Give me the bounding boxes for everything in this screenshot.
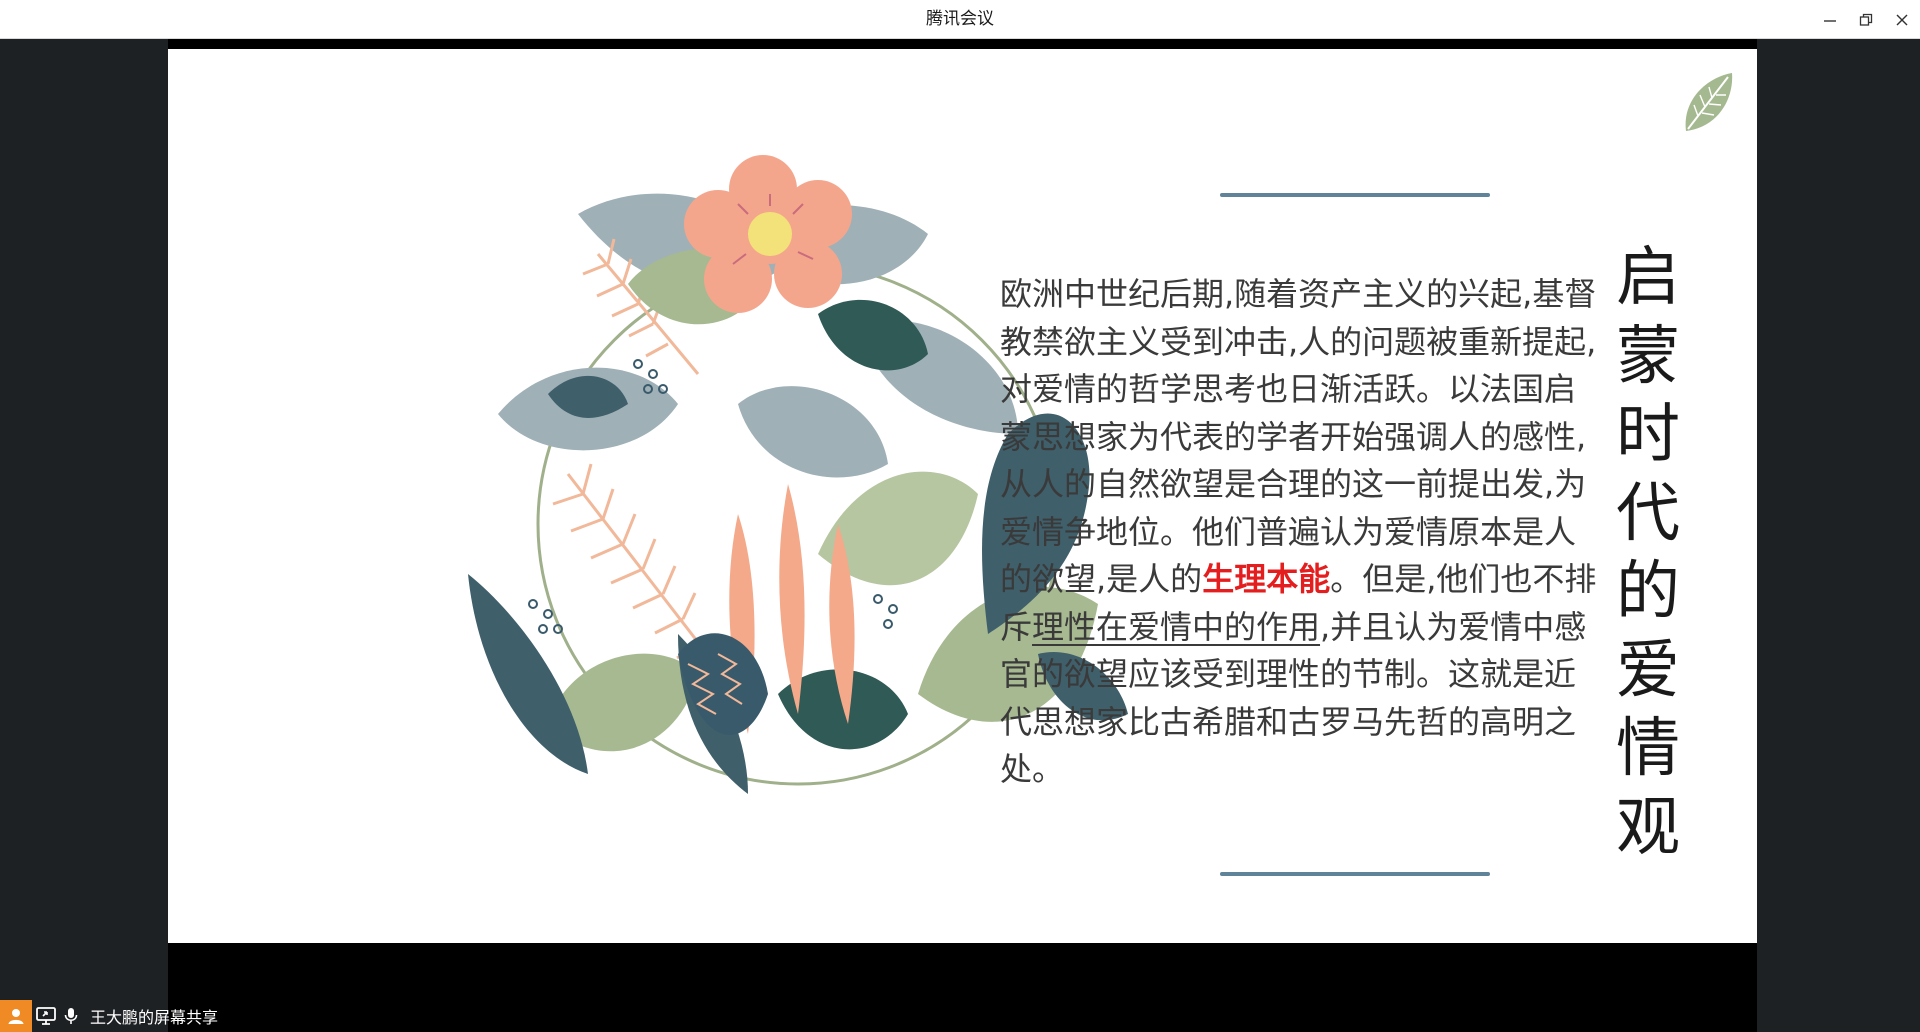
title-char: 情 xyxy=(1616,712,1680,786)
title-char: 观 xyxy=(1616,790,1680,865)
title-char: 时 xyxy=(1616,398,1680,472)
title-char: 启 xyxy=(1616,241,1680,315)
screen-share-icon xyxy=(36,1007,56,1025)
screen-share-status: 王大鹏的屏幕共享 xyxy=(0,1000,218,1032)
highlighted-phrase: 生理本能 xyxy=(1202,560,1331,598)
title-char: 的 xyxy=(1616,555,1680,629)
restore-icon xyxy=(1859,13,1873,26)
shared-slide: 欧洲中世纪后期,随着资产主义的兴起,基督教禁欲主义受到冲击,人的问题被重新提起,… xyxy=(168,49,1757,943)
top-divider-line xyxy=(1220,193,1490,197)
slide-vertical-title: 启 蒙 时 代 的 爱 情 观 xyxy=(1603,239,1693,867)
window-titlebar: 腾讯会议 xyxy=(0,0,1920,39)
microphone-indicator[interactable] xyxy=(60,1000,82,1032)
title-char: 蒙 xyxy=(1616,319,1680,394)
minimize-icon xyxy=(1824,19,1836,22)
title-char: 爱 xyxy=(1616,633,1680,708)
window-title: 腾讯会议 xyxy=(926,9,994,29)
screen-share-indicator[interactable] xyxy=(32,1000,60,1032)
title-char: 代 xyxy=(1616,476,1680,551)
participant-avatar[interactable] xyxy=(0,1000,32,1032)
body-text-part-1: 欧洲中世纪后期,随着资产主义的兴起,基督教禁欲主义受到冲击,人的问题被重新提起,… xyxy=(1000,275,1597,598)
flower-icon xyxy=(684,155,852,313)
close-icon xyxy=(1896,14,1908,25)
close-button[interactable] xyxy=(1884,0,1920,39)
bottom-divider-line xyxy=(1220,872,1490,876)
slide-body-text: 欧洲中世纪后期,随着资产主义的兴起,基督教禁欲主义受到冲击,人的问题被重新提起,… xyxy=(1000,271,1600,794)
user-icon xyxy=(8,1009,24,1024)
microphone-icon xyxy=(64,1008,78,1024)
underlined-phrase: 理性在爱情中的作用 xyxy=(1032,607,1321,646)
minimize-button[interactable] xyxy=(1812,0,1848,39)
screen-share-label: 王大鹏的屏幕共享 xyxy=(90,1008,219,1027)
restore-button[interactable] xyxy=(1848,0,1884,39)
leaf-decoration-icon xyxy=(1685,73,1733,131)
